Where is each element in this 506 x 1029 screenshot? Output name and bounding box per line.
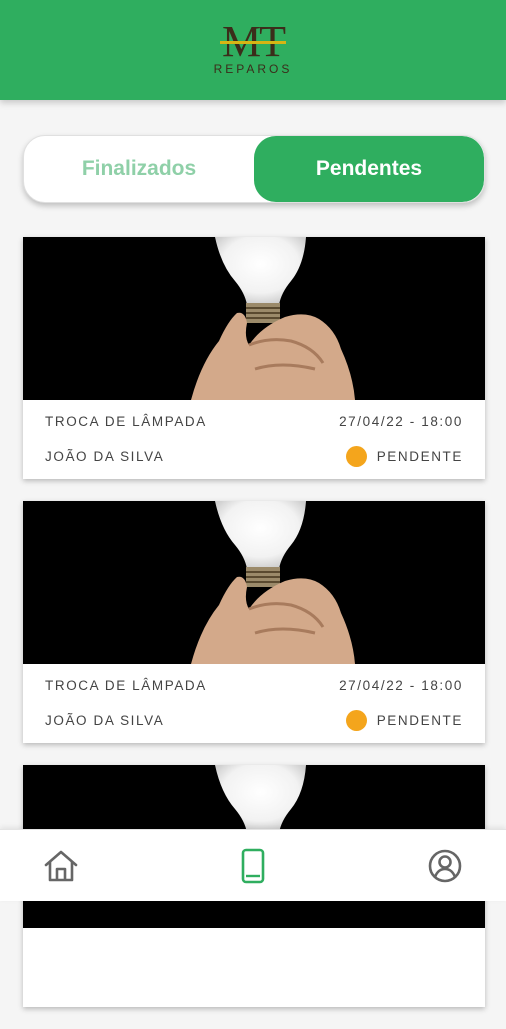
service-card-body: TROCA DE LÂMPADA 27/04/22 - 18:00 JOÃO D… — [23, 664, 485, 743]
home-icon[interactable] — [41, 846, 81, 886]
status-label: PENDENTE — [376, 449, 463, 464]
service-list: TROCA DE LÂMPADA 27/04/22 - 18:00 JOÃO D… — [23, 237, 485, 1029]
service-title: TROCA DE LÂMPADA — [45, 678, 207, 693]
bottom-navigation — [0, 829, 506, 901]
service-card-row-top: TROCA DE LÂMPADA 27/04/22 - 18:00 — [45, 414, 463, 429]
status-dot-icon — [345, 710, 367, 731]
client-name: JOÃO DA SILVA — [45, 713, 165, 728]
status-dot-icon — [345, 446, 367, 467]
profile-icon[interactable] — [425, 846, 465, 886]
logo-bar — [219, 41, 286, 44]
service-title: TROCA DE LÂMPADA — [45, 414, 207, 429]
service-card[interactable]: TROCA DE LÂMPADA 27/04/22 - 18:00 JOÃO D… — [23, 501, 485, 743]
service-card-body: TROCA DE LÂMPADA 27/04/22 - 18:00 JOÃO D… — [23, 400, 485, 479]
status-badge: PENDENTE — [345, 446, 463, 467]
app-header: MT REPAROS — [0, 0, 506, 100]
app-logo: MT REPAROS — [214, 20, 293, 77]
service-card-row-top: TROCA DE LÂMPADA 27/04/22 - 18:00 — [45, 678, 463, 693]
client-name: JOÃO DA SILVA — [45, 449, 165, 464]
tab-finalizados[interactable]: Finalizados — [24, 136, 254, 202]
logo-mark: MT — [219, 20, 286, 64]
service-datetime: 27/04/22 - 18:00 — [339, 678, 463, 693]
tab-pendentes[interactable]: Pendentes — [254, 136, 484, 202]
status-badge: PENDENTE — [345, 710, 463, 731]
service-card-row-bottom: JOÃO DA SILVA PENDENTE — [45, 446, 463, 467]
tablet-icon[interactable] — [233, 846, 273, 886]
light-bulb-photo — [23, 237, 485, 400]
status-tabs: Finalizados Pendentes — [23, 135, 485, 203]
service-datetime: 27/04/22 - 18:00 — [339, 414, 463, 429]
status-label: PENDENTE — [376, 713, 463, 728]
light-bulb-photo — [23, 501, 485, 664]
service-card[interactable]: TROCA DE LÂMPADA 27/04/22 - 18:00 JOÃO D… — [23, 237, 485, 479]
service-card-row-bottom: JOÃO DA SILVA PENDENTE — [45, 710, 463, 731]
